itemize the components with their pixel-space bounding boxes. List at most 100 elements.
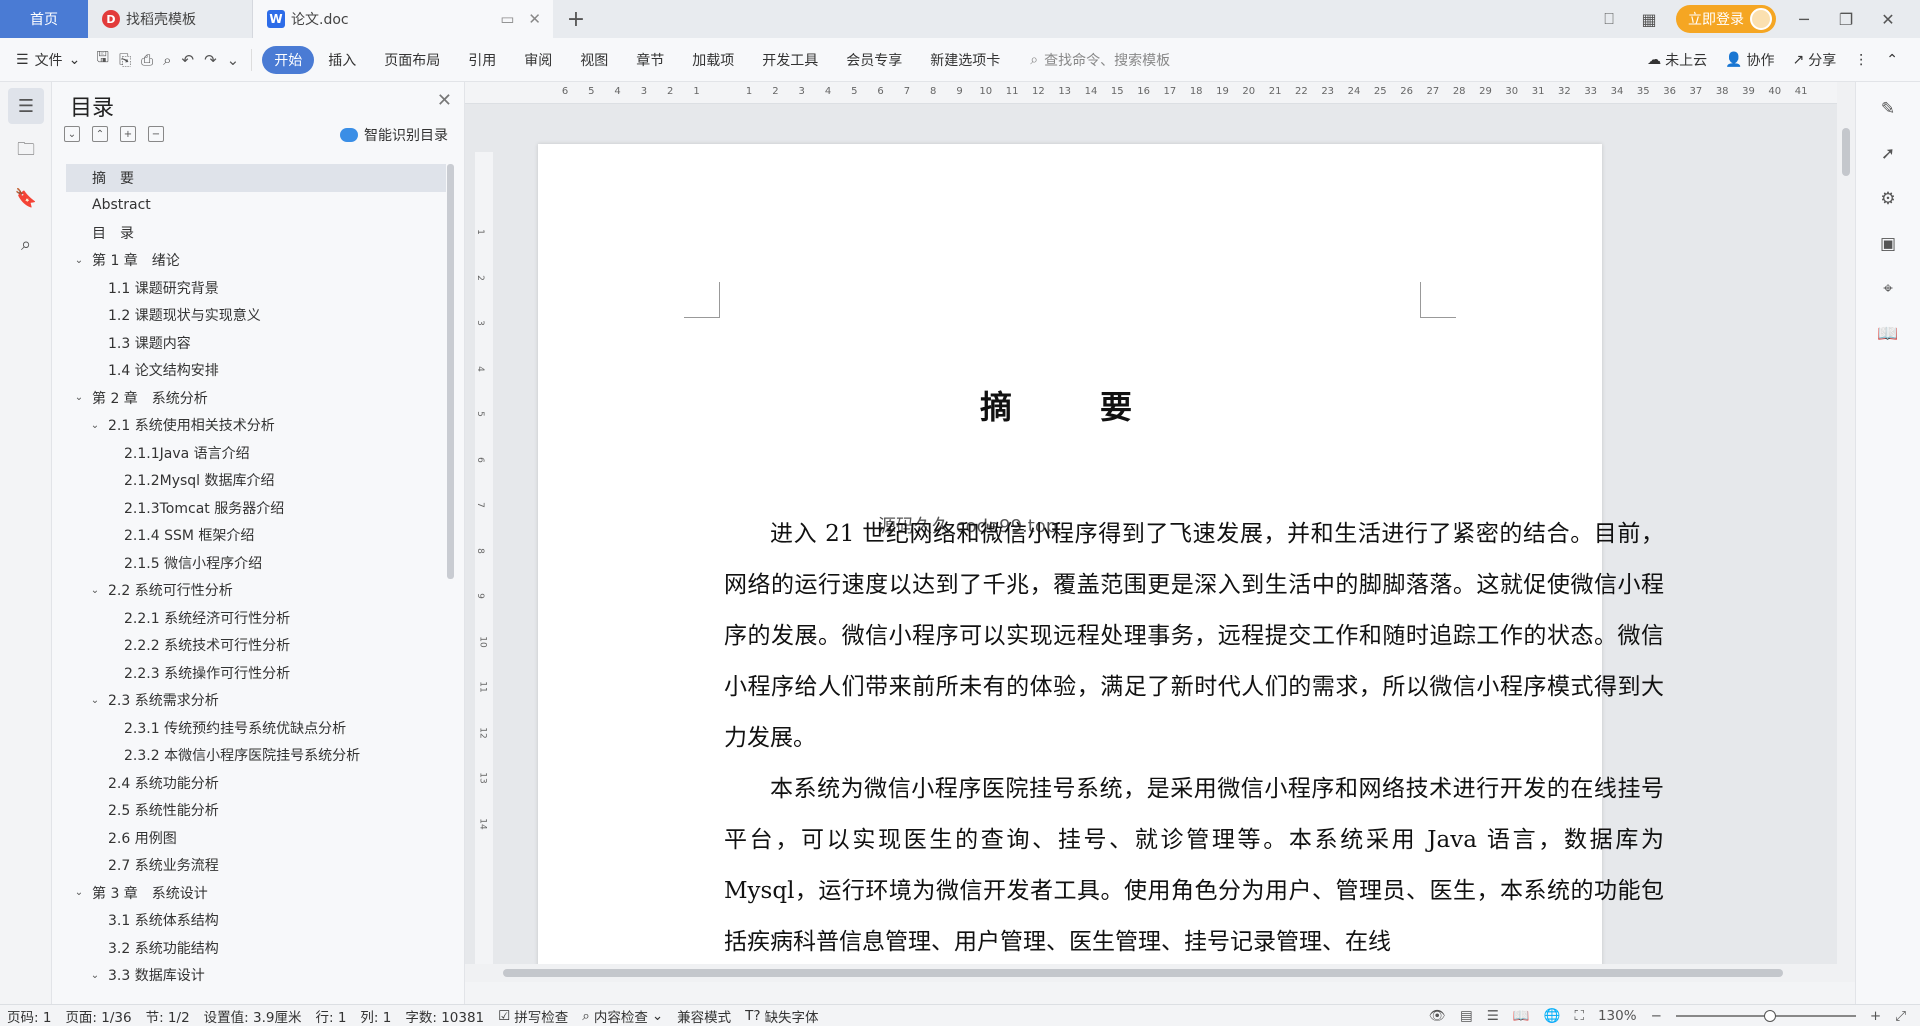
reading-view-icon[interactable]: 📖	[1513, 1008, 1530, 1024]
toc-item[interactable]: 摘 要	[66, 164, 446, 192]
chevron-down-icon[interactable]: ⌄	[72, 255, 86, 266]
tab-home[interactable]: 首页	[0, 0, 88, 38]
menu-tab[interactable]: 视图	[566, 46, 622, 74]
toc-item[interactable]: 1.3 课题内容	[66, 329, 446, 357]
content-check-button[interactable]: ⌕ 内容检查 ⌄	[575, 1006, 670, 1026]
menu-tab[interactable]: 开始	[262, 45, 315, 74]
select-cursor-icon[interactable]: ➚	[1873, 139, 1903, 169]
toc-item[interactable]: ⌄ 3.3 数据库设计	[66, 962, 446, 990]
restore-icon[interactable]: ❐	[1832, 10, 1860, 29]
toc-item[interactable]: 2.2.3 系统操作可行性分析	[66, 659, 446, 687]
pin-window-icon[interactable]: ▭	[500, 10, 514, 28]
toc-item[interactable]: 2.6 用例图	[66, 824, 446, 852]
toc-item[interactable]: 2.2.1 系统经济可行性分析	[66, 604, 446, 632]
toc-item[interactable]: Abstract	[66, 192, 446, 220]
toc-item[interactable]: 1.1 课题研究背景	[66, 274, 446, 302]
more-options-icon[interactable]: ⋮	[1854, 52, 1868, 68]
chevron-down-icon[interactable]: ⌄	[88, 585, 102, 596]
toc-item[interactable]: 2.1.4 SSM 框架介绍	[66, 522, 446, 550]
toc-scrollbar[interactable]	[447, 164, 454, 579]
collapse-all-icon[interactable]: ⌃	[92, 126, 108, 142]
image-icon[interactable]: ▣	[1873, 229, 1903, 259]
command-search[interactable]: ⌕ 查找命令、搜索模板	[1030, 50, 1170, 70]
toc-item[interactable]: 2.1.5 微信小程序介绍	[66, 549, 446, 577]
book-icon[interactable]: 📖	[1873, 319, 1903, 349]
find-icon[interactable]: ⌕	[8, 226, 44, 262]
fullscreen-icon[interactable]: ⤢	[1895, 1008, 1906, 1024]
new-tab-button[interactable]: +	[553, 0, 599, 38]
toc-item[interactable]: ⌄ 第 1 章 绪论	[66, 247, 446, 275]
collapse-ribbon-icon[interactable]: ⌃	[1886, 52, 1898, 68]
collaborate-button[interactable]: 👤 协作	[1725, 50, 1774, 70]
save-icon[interactable]: 🖫	[96, 47, 109, 72]
menu-tab[interactable]: 页面布局	[370, 46, 454, 74]
fit-page-icon[interactable]: ⛶	[1575, 1008, 1584, 1024]
toc-item[interactable]: 1.2 课题现状与实现意义	[66, 302, 446, 330]
smart-toc-button[interactable]: 智能识别目录	[340, 125, 448, 145]
menu-tab[interactable]: 会员专享	[832, 46, 916, 74]
expand-all-icon[interactable]: ⌄	[64, 126, 80, 142]
reading-mode-icon[interactable]: ⎕	[1596, 8, 1622, 30]
toc-item[interactable]: 2.1.3Tomcat 服务器介绍	[66, 494, 446, 522]
toc-item[interactable]: ⌄ 第 2 章 系统分析	[66, 384, 446, 412]
menu-tab[interactable]: 开发工具	[748, 46, 832, 74]
file-menu[interactable]: ☰ 文件 ⌄	[0, 50, 96, 70]
toc-item[interactable]: 1.4 论文结构安排	[66, 357, 446, 385]
status-page[interactable]: 页面: 1/36	[58, 1006, 138, 1026]
horizontal-ruler[interactable]: 6 5 4 3 2 1 1 2 3 4 5 6 7 8 9 10 11 12 13 14 15 16 17 18 19 20 21 2…	[465, 82, 1845, 104]
bookmark-icon[interactable]: 🔖	[8, 180, 44, 216]
export-pdf-icon[interactable]: ⎘	[119, 51, 131, 69]
map-pin-icon[interactable]: ⌖	[1873, 274, 1903, 304]
document-body[interactable]: 进入 21 世纪网络和微信小程序得到了飞速发展，并和生活进行了紧密的结合。目前，…	[724, 509, 1664, 968]
menu-tab[interactable]: 章节	[622, 46, 678, 74]
close-icon[interactable]: ✕	[437, 90, 452, 111]
toc-item[interactable]: ⌄ 2.2 系统可行性分析	[66, 577, 446, 605]
spell-check-button[interactable]: ☑ 拼写检查	[491, 1006, 575, 1026]
zoom-slider-knob[interactable]	[1763, 1010, 1776, 1022]
menu-tab[interactable]: 新建选项卡	[916, 46, 1014, 74]
share-button[interactable]: ↗ 分享	[1793, 50, 1837, 70]
more-icon[interactable]: ⌄	[227, 51, 240, 69]
toc-item[interactable]: 2.4 系统功能分析	[66, 769, 446, 797]
toc-item[interactable]: 目 录	[66, 219, 446, 247]
toc-item[interactable]: 2.1.1Java 语言介绍	[66, 439, 446, 467]
outline-view-icon[interactable]: ☰	[1487, 1008, 1499, 1024]
zoom-in-icon[interactable]: +	[1870, 1008, 1881, 1024]
zoom-out-icon[interactable]: −	[1651, 1008, 1662, 1024]
minimize-icon[interactable]: ─	[1790, 10, 1818, 29]
close-window-icon[interactable]: ✕	[1874, 10, 1902, 29]
page-view-icon[interactable]: ▤	[1460, 1008, 1473, 1024]
vertical-scrollbar[interactable]	[1837, 82, 1855, 982]
toc-item[interactable]: 2.1.2Mysql 数据库介绍	[66, 467, 446, 495]
toc-item[interactable]: ⌄ 2.3 系统需求分析	[66, 687, 446, 715]
horizontal-scrollbar[interactable]	[465, 964, 1837, 982]
pen-icon[interactable]: ✎	[1873, 94, 1903, 124]
tab-template[interactable]: D 找稻壳模板	[88, 0, 253, 38]
toc-item[interactable]: 2.3.2 本微信小程序医院挂号系统分析	[66, 742, 446, 770]
login-button[interactable]: 立即登录	[1676, 5, 1776, 33]
chevron-down-icon[interactable]: ⌄	[88, 420, 102, 431]
chevron-down-icon[interactable]: ⌄	[72, 392, 86, 403]
web-view-icon[interactable]: 🌐	[1544, 1008, 1561, 1024]
zoom-level[interactable]: 130%	[1598, 1008, 1637, 1024]
menu-tab[interactable]: 加载项	[678, 46, 748, 74]
toc-item[interactable]: 2.5 系统性能分析	[66, 797, 446, 825]
missing-font-button[interactable]: T? 缺失字体	[738, 1006, 825, 1026]
document-page[interactable]: 摘 要 源码久久 code99.top 进入 21 世纪网络和微信小程序得到了飞…	[538, 144, 1664, 982]
chevron-down-icon[interactable]: ⌄	[72, 887, 86, 898]
menu-tab[interactable]: 审阅	[510, 46, 566, 74]
chevron-down-icon[interactable]: ⌄	[88, 970, 102, 981]
close-tab-icon[interactable]: ✕	[528, 10, 541, 28]
vertical-ruler[interactable]: 1 2 3 4 5 6 7 8 9 10 11 12 13 14	[475, 152, 493, 982]
toc-item[interactable]: 3.1 系统体系结构	[66, 907, 446, 935]
toc-item[interactable]: 2.2.2 系统技术可行性分析	[66, 632, 446, 660]
menu-tab[interactable]: 插入	[314, 46, 370, 74]
chapter-nav-icon[interactable]: 🗀	[8, 134, 44, 170]
toc-item[interactable]: 2.3.1 传统预约挂号系统优缺点分析	[66, 714, 446, 742]
apps-grid-icon[interactable]: ▦	[1636, 8, 1662, 30]
add-heading-icon[interactable]: +	[120, 126, 136, 142]
toc-panel-icon[interactable]: ☰	[8, 88, 44, 124]
adjust-icon[interactable]: ⚙	[1873, 184, 1903, 214]
toc-item[interactable]: 3.2 系统功能结构	[66, 934, 446, 962]
scroll-thumb[interactable]	[503, 969, 1783, 977]
